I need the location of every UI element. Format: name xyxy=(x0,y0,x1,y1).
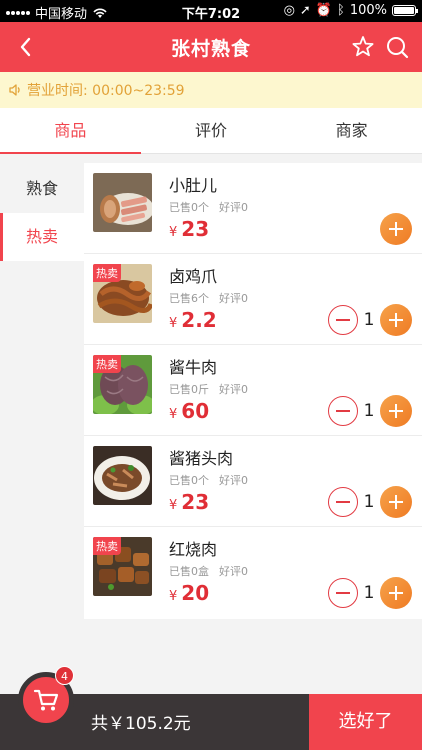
product-price: ¥ 23 xyxy=(169,217,209,241)
hot-badge: 热卖 xyxy=(93,264,121,282)
tab-merchant[interactable]: 商家 xyxy=(281,108,422,153)
quantity-control xyxy=(380,213,412,245)
product-item[interactable]: 小肚儿 已售0个 好评0 ¥ 23 xyxy=(84,163,422,254)
add-button[interactable] xyxy=(380,486,412,518)
product-sold: 已售0个 xyxy=(169,201,209,214)
price-value: 23 xyxy=(181,217,210,241)
currency-symbol: ¥ xyxy=(169,498,178,513)
minus-button[interactable] xyxy=(328,487,358,517)
product-name: 卤鸡爪 xyxy=(169,267,218,286)
lock-rotation-icon: ◎ xyxy=(283,3,295,18)
location-icon: ➚ xyxy=(299,3,311,18)
currency-symbol: ¥ xyxy=(169,316,178,331)
product-image xyxy=(93,446,152,505)
add-button[interactable] xyxy=(380,395,412,427)
status-right: ◎ ➚ ⏰ ᛒ 100% xyxy=(283,3,418,18)
cart-count-badge: 4 xyxy=(55,666,74,685)
speaker-icon xyxy=(9,84,20,96)
product-item[interactable]: 酱猪头肉 已售0个 好评0 ¥ 23 1 xyxy=(84,436,422,527)
product-name: 酱牛肉 xyxy=(169,358,218,377)
product-name: 红烧肉 xyxy=(169,540,218,559)
product-stats: 已售0斤 好评0 xyxy=(169,381,248,397)
currency-symbol: ¥ xyxy=(169,589,178,604)
product-stats: 已售0个 好评0 xyxy=(169,472,248,488)
quantity-control: 1 xyxy=(328,486,412,518)
status-bar: 中国移动 下午7:02 ◎ ➚ ⏰ ᛒ 100% xyxy=(0,0,422,22)
product-name: 小肚儿 xyxy=(169,176,218,195)
tab-bar: 商品 评价 商家 xyxy=(0,108,422,154)
price-value: 2.2 xyxy=(181,308,217,332)
product-rating: 好评0 xyxy=(219,474,248,487)
search-icon[interactable] xyxy=(384,34,410,60)
product-image xyxy=(93,173,152,232)
price-value: 20 xyxy=(181,581,210,605)
product-image: 热卖 xyxy=(93,537,152,596)
product-stats: 已售6个 好评0 xyxy=(169,290,248,306)
product-sold: 已售0盒 xyxy=(169,565,209,578)
app-screen: 中国移动 下午7:02 ◎ ➚ ⏰ ᛒ 100% 张村熟食 营业时间: 00:0… xyxy=(0,0,422,750)
quantity-control: 1 xyxy=(328,304,412,336)
product-sold: 已售0斤 xyxy=(169,383,209,396)
currency-symbol: ¥ xyxy=(169,225,178,240)
product-item[interactable]: 热卖 红烧肉 已售0盒 好评0 ¥ 20 1 xyxy=(84,527,422,619)
product-price: ¥ 2.2 xyxy=(169,308,217,332)
product-price: ¥ 60 xyxy=(169,399,209,423)
minus-button[interactable] xyxy=(328,305,358,335)
battery-icon xyxy=(392,5,418,16)
quantity-count: 1 xyxy=(363,401,375,421)
product-image: 热卖 xyxy=(93,264,152,323)
bluetooth-icon: ᛒ xyxy=(337,3,345,18)
nav-bar: 张村熟食 xyxy=(0,22,422,72)
shopping-cart-icon xyxy=(33,689,59,711)
quantity-count: 1 xyxy=(363,583,375,603)
price-value: 23 xyxy=(181,490,210,514)
product-item[interactable]: 热卖 酱牛肉 已售0斤 好评0 ¥ 60 1 xyxy=(84,345,422,436)
cart-bar: 4 共￥105.2元 选好了 xyxy=(0,666,422,750)
add-button[interactable] xyxy=(380,213,412,245)
cart-total: 共￥105.2元 xyxy=(91,714,191,734)
product-price: ¥ 20 xyxy=(169,581,209,605)
product-rating: 好评0 xyxy=(219,201,248,214)
product-stats: 已售0盒 好评0 xyxy=(169,563,248,579)
product-price: ¥ 23 xyxy=(169,490,209,514)
quantity-control: 1 xyxy=(328,577,412,609)
product-name: 酱猪头肉 xyxy=(169,449,234,468)
product-rating: 好评0 xyxy=(219,565,248,578)
hot-badge: 热卖 xyxy=(93,537,121,555)
quantity-count: 1 xyxy=(363,492,375,512)
currency-symbol: ¥ xyxy=(169,407,178,422)
hot-badge: 热卖 xyxy=(93,355,121,373)
product-item[interactable]: 热卖 卤鸡爪 已售6个 好评0 ¥ 2.2 1 xyxy=(84,254,422,345)
checkout-button[interactable]: 选好了 xyxy=(309,694,422,750)
category-hot-sale[interactable]: 热卖 xyxy=(0,213,84,261)
product-rating: 好评0 xyxy=(219,292,248,305)
star-icon[interactable] xyxy=(350,34,376,60)
tab-products[interactable]: 商品 xyxy=(0,108,141,154)
category-sidebar: 熟食 热卖 xyxy=(0,165,84,261)
quantity-control: 1 xyxy=(328,395,412,427)
battery-percent: 100% xyxy=(349,3,387,18)
quantity-count: 1 xyxy=(363,310,375,330)
price-value: 60 xyxy=(181,399,210,423)
minus-button[interactable] xyxy=(328,578,358,608)
product-list: 小肚儿 已售0个 好评0 ¥ 23 热卖 卤鸡爪 已售6个 好评0 ¥ 2.2 … xyxy=(84,163,422,619)
product-sold: 已售6个 xyxy=(169,292,209,305)
product-rating: 好评0 xyxy=(219,383,248,396)
add-button[interactable] xyxy=(380,304,412,336)
product-sold: 已售0个 xyxy=(169,474,209,487)
alarm-icon: ⏰ xyxy=(315,3,333,18)
category-cooked-food[interactable]: 熟食 xyxy=(0,165,84,213)
business-hours-text: 营业时间: 00:00~23:59 xyxy=(27,83,185,99)
business-hours-notice: 营业时间: 00:00~23:59 xyxy=(0,72,422,108)
minus-button[interactable] xyxy=(328,396,358,426)
product-image: 热卖 xyxy=(93,355,152,414)
tab-reviews[interactable]: 评价 xyxy=(141,108,282,153)
add-button[interactable] xyxy=(380,577,412,609)
product-stats: 已售0个 好评0 xyxy=(169,199,248,215)
